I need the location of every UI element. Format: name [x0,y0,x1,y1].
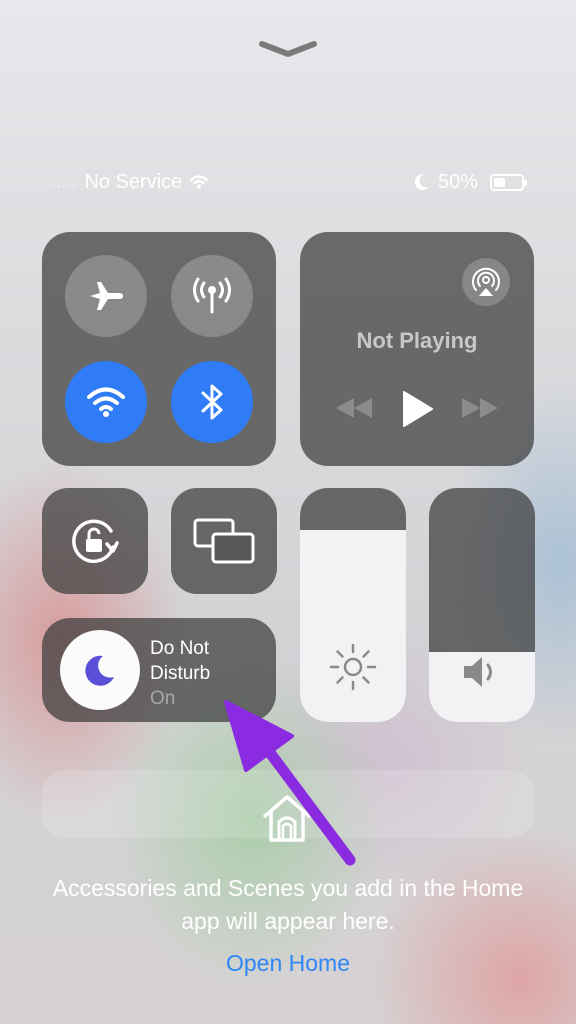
bluetooth-icon [201,384,223,420]
open-home-link[interactable]: Open Home [0,950,576,977]
now-playing-title: Not Playing [356,328,478,353]
status-bar: ..... No Service 50% [52,168,527,196]
wifi-icon [190,175,209,189]
do-not-disturb-label: Do Not Disturb On [150,636,210,711]
carrier-label: No Service [84,170,183,193]
antenna-icon [193,277,231,314]
rotation-lock-button[interactable] [42,488,148,594]
do-not-disturb-toggle[interactable] [60,630,140,710]
moon-icon [414,173,429,190]
wifi-toggle[interactable] [65,361,147,443]
fast-forward-icon[interactable] [460,396,500,420]
airplay-button[interactable] [462,258,510,306]
wifi-icon [87,387,125,417]
connectivity-panel [42,232,276,466]
bluetooth-toggle[interactable] [171,361,253,443]
sun-icon [329,643,377,691]
volume-slider[interactable] [429,488,535,722]
home-icon [263,795,311,842]
battery-icon [490,173,527,191]
cellular-data-toggle[interactable] [171,255,253,337]
dnd-title-line1: Do Not [150,638,210,659]
signal-strength: ..... [52,174,77,190]
home-description: Accessories and Scenes you add in the Ho… [52,875,524,934]
dnd-title-line2: Disturb [150,663,211,684]
screen-mirroring-button[interactable] [171,488,277,594]
do-not-disturb-button[interactable]: Do Not Disturb On [42,618,276,722]
dnd-state: On [150,688,176,709]
moon-icon [85,655,114,686]
chevron-down-icon[interactable] [258,38,318,60]
airplane-icon [90,282,123,310]
play-icon[interactable] [400,390,434,428]
media-player-panel[interactable]: Not Playing [300,232,534,466]
rotation-lock-icon [72,519,119,564]
rewind-icon[interactable] [334,396,374,420]
brightness-slider[interactable] [300,488,406,722]
speaker-icon [464,657,492,687]
airplane-mode-toggle[interactable] [65,255,147,337]
brightness-level [300,530,406,722]
battery-percent: 50% [437,170,478,193]
airplay-icon [472,267,500,296]
screen-mirroring-icon [193,518,255,564]
